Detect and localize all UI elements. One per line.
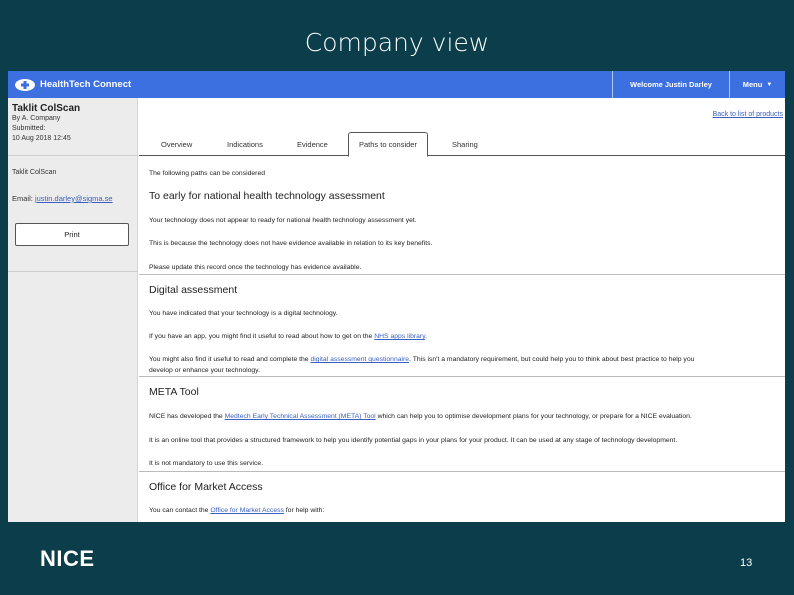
brand-name: HealthTech Connect xyxy=(40,79,132,90)
meta-text-3: It is not mandatory to use this service. xyxy=(149,460,264,467)
main-content: Back to list of products Overview Indica… xyxy=(139,98,785,522)
intro-text: The following paths can be considered xyxy=(149,170,265,177)
menu-label: Menu xyxy=(742,80,763,89)
menu-button[interactable]: Menu ▼ xyxy=(729,71,785,98)
meta-tool-link[interactable]: Medtech Early Technical Assessment (META… xyxy=(225,413,376,420)
top-navbar: HealthTech Connect Welcome Justin Darley… xyxy=(8,71,785,98)
oma-text-1: You can contact the Office for Market Ac… xyxy=(149,505,324,516)
product-name: Taklit ColScan xyxy=(12,103,81,114)
digital-text-3: You might also find it useful to read an… xyxy=(149,354,694,365)
meta-text-2: It is an online tool that provides a str… xyxy=(149,437,678,444)
early-text-1: Your technology does not appear to ready… xyxy=(149,217,417,224)
section-heading-oma: Office for Market Access xyxy=(149,481,263,493)
meta-text-1-pre: NICE has developed the xyxy=(149,413,225,420)
tab-indications[interactable]: Indications xyxy=(227,140,263,149)
tab-paths-to-consider[interactable]: Paths to consider xyxy=(348,132,428,157)
early-text-3: Please update this record once the techn… xyxy=(149,264,362,271)
product-name-secondary: Taklit ColScan xyxy=(12,169,57,176)
tab-sharing[interactable]: Sharing xyxy=(452,140,478,149)
email-link[interactable]: justin.darley@sigma.se xyxy=(35,194,113,203)
section-divider xyxy=(139,376,785,377)
tab-evidence[interactable]: Evidence xyxy=(297,140,328,149)
nhs-apps-library-link[interactable]: NHS apps library xyxy=(374,333,425,340)
digital-text-2: If you have an app, you might find it us… xyxy=(149,331,427,342)
oma-text-1-post: for help with: xyxy=(283,507,325,514)
print-button[interactable]: Print xyxy=(15,223,129,246)
email-row: Email: justin.darley@sigma.se xyxy=(12,194,133,203)
product-contact: Taklit ColScan Email: justin.darley@sigm… xyxy=(8,156,137,246)
nice-logo: NICE xyxy=(40,546,95,571)
submitted-label: Submitted: xyxy=(12,125,46,132)
early-text-2: This is because the technology does not … xyxy=(149,240,433,247)
chevron-down-icon: ▼ xyxy=(766,81,773,88)
welcome-user[interactable]: Welcome Justin Darley xyxy=(612,71,729,98)
brand-link[interactable]: HealthTech Connect xyxy=(8,71,612,98)
oma-text-1-pre: You can contact the xyxy=(149,507,211,514)
product-summary: Taklit ColScan By A. Company Submitted: … xyxy=(8,98,137,156)
section-heading-digital: Digital assessment xyxy=(149,284,238,296)
email-label: Email: xyxy=(12,194,33,203)
back-to-products-link[interactable]: Back to list of products xyxy=(713,111,783,118)
company-name: By A. Company xyxy=(12,115,61,122)
page-number: 13 xyxy=(740,557,753,569)
digital-text-3-line2: develop or enhance your technology. xyxy=(149,367,260,374)
digital-text-3-pre: You might also find it useful to read an… xyxy=(149,356,311,363)
digital-text-1: You have indicated that your technology … xyxy=(149,310,338,317)
office-for-market-access-link[interactable]: Office for Market Access xyxy=(210,507,284,514)
sidebar-divider xyxy=(8,271,138,272)
section-heading-early: To early for national health technology … xyxy=(149,190,385,202)
submitted-date: 10 Aug 2018 12:45 xyxy=(12,135,71,142)
section-heading-meta: META Tool xyxy=(149,386,199,398)
meta-text-1-post: which can help you to optimise developme… xyxy=(375,413,692,420)
healthtech-logo-icon xyxy=(14,78,36,92)
digital-text-3-post: . This isn't a mandatory requirement, bu… xyxy=(409,356,695,363)
tab-bar: Overview Indications Evidence Paths to c… xyxy=(139,132,785,157)
section-divider xyxy=(139,471,785,472)
digital-text-2-post: . xyxy=(425,333,427,340)
section-divider xyxy=(139,274,785,275)
app-window: HealthTech Connect Welcome Justin Darley… xyxy=(8,71,785,522)
digital-assessment-questionnaire-link[interactable]: digital assessment questionnaire xyxy=(310,356,409,363)
sidebar: Taklit ColScan By A. Company Submitted: … xyxy=(8,98,138,522)
meta-text-1: NICE has developed the Medtech Early Tec… xyxy=(149,411,692,422)
digital-text-2-pre: If you have an app, you might find it us… xyxy=(149,333,375,340)
tab-overview[interactable]: Overview xyxy=(161,140,192,149)
slide-title: Company view xyxy=(304,28,490,57)
